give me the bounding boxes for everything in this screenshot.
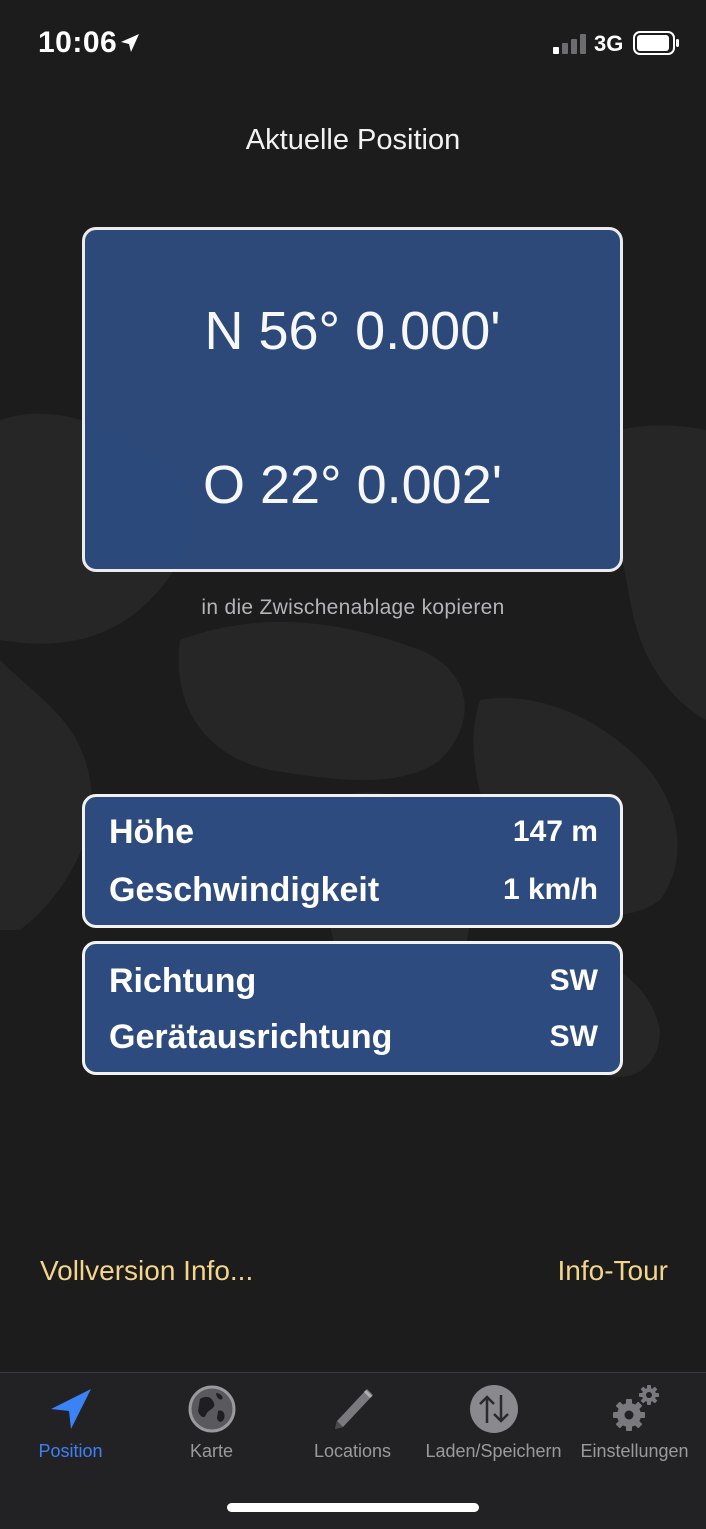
tab-position[interactable]: Position <box>0 1373 141 1473</box>
coordinates-box[interactable]: N 56° 0.000' O 22° 0.002' <box>82 227 623 572</box>
status-bar: 10:06 3G <box>0 0 706 88</box>
altitude-speed-box: Höhe 147 m Geschwindigkeit 1 km/h <box>82 794 623 928</box>
page-title: Aktuelle Position <box>245 124 461 156</box>
speed-label: Geschwindigkeit <box>109 870 380 909</box>
direction-row: Richtung SW <box>109 961 598 1001</box>
latitude-value: N 56° 0.000' <box>204 301 501 361</box>
pencil-icon <box>334 1389 373 1429</box>
longitude-value: O 22° 0.002' <box>202 455 503 515</box>
altitude-label: Höhe <box>109 812 194 851</box>
direction-label: Richtung <box>109 961 257 1000</box>
device-heading-label: Gerätausrichtung <box>109 1017 393 1056</box>
up-down-arrows-icon <box>469 1385 518 1433</box>
info-tour-link[interactable]: Info-Tour <box>558 1255 669 1287</box>
tab-einstellungen[interactable]: Einstellungen <box>564 1373 705 1473</box>
speed-value: 1 km/h <box>502 873 598 906</box>
device-heading-value: SW <box>549 1020 598 1053</box>
world-map-background <box>0 413 706 1077</box>
battery-icon <box>633 31 679 55</box>
gears-icon <box>612 1385 659 1431</box>
tab-laden-speichern-label: Laden/Speichern <box>425 1441 562 1461</box>
copy-to-clipboard-link[interactable]: in die Zwischenablage kopieren <box>0 596 706 620</box>
location-services-icon <box>121 34 139 52</box>
network-type: 3G <box>594 31 624 56</box>
tab-karte-label: Karte <box>189 1441 234 1461</box>
tab-locations[interactable]: Locations <box>282 1373 423 1473</box>
status-time: 10:06 <box>38 26 118 59</box>
altitude-value: 147 m <box>512 815 598 848</box>
tab-bar: Position Karte Locations Laden/Speichern… <box>0 1372 706 1529</box>
tab-karte[interactable]: Karte <box>141 1373 282 1473</box>
navigation-arrow-icon <box>50 1389 91 1429</box>
home-indicator[interactable] <box>227 1503 479 1512</box>
direction-value: SW <box>549 964 598 997</box>
tab-position-label: Position <box>38 1441 103 1461</box>
tab-laden-speichern[interactable]: Laden/Speichern <box>423 1373 564 1473</box>
tab-einstellungen-label: Einstellungen <box>580 1441 689 1461</box>
device-heading-row: Gerätausrichtung SW <box>109 1017 598 1057</box>
direction-box: Richtung SW Gerätausrichtung SW <box>82 941 623 1075</box>
app-screen: 10:06 3G Aktuelle Position N 56° 0.000' … <box>0 0 706 1529</box>
tab-locations-label: Locations <box>313 1441 392 1461</box>
cellular-signal-icon <box>553 34 587 54</box>
altitude-row: Höhe 147 m <box>109 812 598 852</box>
globe-icon <box>188 1385 235 1433</box>
speed-row: Geschwindigkeit 1 km/h <box>109 870 598 910</box>
full-version-info-link[interactable]: Vollversion Info... <box>40 1255 253 1287</box>
